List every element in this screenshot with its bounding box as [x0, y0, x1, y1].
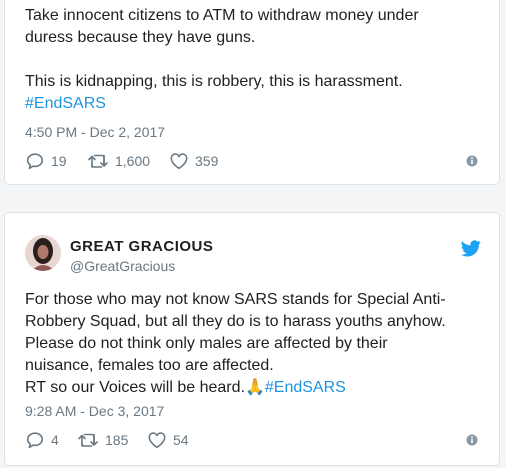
reply-button[interactable]: 19 — [25, 151, 67, 171]
hashtag-link[interactable]: #EndSARS — [265, 379, 346, 396]
tweet-text-segment: RT so our Voices will be heard. — [25, 379, 245, 396]
praying-hands-emoji: 🙏 — [244, 379, 265, 396]
retweet-button[interactable]: 1,600 — [87, 151, 150, 171]
like-button[interactable]: 359 — [169, 151, 218, 171]
heart-icon — [170, 153, 188, 170]
heart-icon — [148, 432, 166, 449]
retweet-count: 185 — [105, 432, 129, 448]
like-count: 359 — [195, 153, 219, 169]
tweet-text-line: Robbery Squad, but all they do is to har… — [25, 313, 446, 330]
tweet-text-line: For those who may not know SARS stands f… — [25, 291, 446, 308]
tweet-text-line: Please do not think only males are affec… — [25, 335, 388, 352]
hashtag-link[interactable]: #EndSARS — [25, 93, 106, 115]
info-icon[interactable] — [466, 155, 478, 167]
tweet-timestamp[interactable]: 9:28 AM - Dec 3, 2017 — [25, 403, 164, 419]
info-icon[interactable] — [466, 434, 478, 446]
retweet-button[interactable]: 185 — [77, 430, 128, 450]
like-count: 54 — [173, 432, 189, 448]
tweet-text-line: nuisance, females too are affected. — [25, 357, 274, 374]
tweet-card-2: GREAT GRACIOUS @GreatGracious For those … — [4, 212, 500, 466]
display-name[interactable]: GREAT GRACIOUS — [70, 238, 213, 255]
reply-count: 19 — [51, 153, 67, 169]
tweet-text-last-line: RT so our Voices will be heard.🙏#EndSARS — [25, 377, 346, 399]
tweet-card-1: Take innocent citizens to ATM to withdra… — [4, 0, 500, 185]
tweet-text-line: Take innocent citizens to ATM to withdra… — [25, 7, 419, 24]
avatar[interactable] — [25, 235, 61, 271]
like-button[interactable]: 54 — [147, 430, 189, 450]
retweet-icon — [78, 433, 98, 447]
retweet-count: 1,600 — [115, 153, 151, 169]
reply-button[interactable]: 4 — [25, 430, 59, 450]
tweet-text-line: duress because they have guns. — [25, 29, 256, 46]
user-handle[interactable]: @GreatGracious — [70, 258, 175, 274]
reply-icon — [26, 153, 44, 170]
retweet-icon — [88, 154, 108, 168]
reply-count: 4 — [51, 432, 59, 448]
tweet-timestamp[interactable]: 4:50 PM - Dec 2, 2017 — [25, 124, 165, 140]
reply-icon — [26, 432, 44, 449]
tweet-text-line: This is kidnapping, this is robbery, thi… — [25, 73, 403, 90]
twitter-bird-icon[interactable] — [461, 240, 481, 257]
